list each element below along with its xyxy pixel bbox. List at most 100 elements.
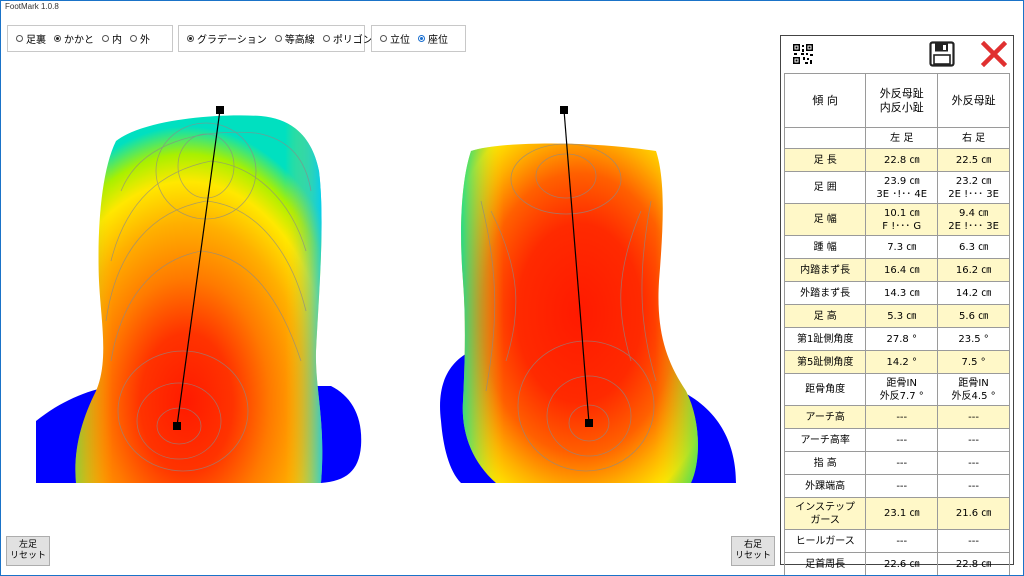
row-right-value-text: --- — [968, 535, 979, 547]
row-left-value-text: 22.6 ㎝ — [884, 558, 920, 570]
measurement-row: 足 長 22.8 ㎝ 22.5 ㎝ — [783, 148, 1010, 172]
measurement-row: 足首周長 22.6 ㎝ 22.8 ㎝ — [783, 552, 1010, 575]
measurement-row: 外踏まず長 14.3 ㎝ 14.2 ㎝ — [783, 281, 1010, 305]
radio-sole-area-0[interactable]: 足裏 — [16, 31, 46, 46]
measurement-row: 内踏まず長 16.4 ㎝ 16.2 ㎝ — [783, 258, 1010, 282]
radio-dot-icon[interactable] — [102, 35, 109, 42]
qr-code-icon[interactable] — [792, 43, 814, 65]
row-label-text: 内踏まず長 — [800, 264, 851, 276]
radio-posture-1[interactable]: 座位 — [418, 31, 448, 46]
measurement-row: 第5趾側角度 14.2 ° 7.5 ° — [783, 350, 1010, 374]
left-axis-heel-handle — [173, 422, 181, 430]
row-right-value: 21.6 ㎝ — [937, 497, 1010, 530]
row-left-value-text: 14.3 ㎝ — [884, 287, 920, 299]
radio-label: 立位 — [390, 35, 410, 46]
sole-area-radio-group: 足裏 かかと 内 外 — [7, 25, 173, 52]
floppy-disk-icon[interactable] — [929, 41, 955, 67]
radio-label: グラデーション — [197, 35, 267, 46]
row-left-value-text: --- — [896, 457, 908, 469]
row-label-text: 足首周長 — [805, 558, 846, 570]
left-axis-top-handle — [216, 106, 224, 114]
radio-display-mode-2[interactable]: ポリゴン — [322, 31, 373, 46]
row-label: 踵 幅 — [783, 235, 867, 259]
row-label-text: 第5趾側角度 — [796, 356, 854, 368]
row-right-value: 22.5 ㎝ — [937, 148, 1010, 172]
row-label-text: 外踝端高 — [805, 480, 846, 492]
row-left-value: 距骨IN 外反7.7 ° — [865, 373, 939, 406]
row-right-value-text: 22.8 ㎝ — [955, 558, 992, 570]
radio-dot-icon[interactable] — [380, 35, 387, 42]
row-label: アーチ高率 — [783, 428, 867, 452]
radio-dot-icon[interactable] — [274, 35, 282, 42]
column-header-blank — [783, 127, 867, 149]
column-header-row: 左 足 右 足 — [783, 127, 1010, 149]
radio-dot-icon[interactable] — [130, 35, 137, 42]
radio-dot-icon[interactable] — [418, 35, 425, 42]
row-label: インステップ ガース — [783, 497, 867, 530]
tendency-left: 外反母趾 内反小趾 — [865, 73, 939, 128]
row-left-value-text: --- — [896, 411, 908, 423]
row-left-value-text: 23.9 ㎝ — [884, 175, 920, 187]
row-left-value: 5.3 ㎝ — [865, 304, 939, 328]
row-right-value-text: --- — [968, 457, 979, 469]
row-right-value-text: --- — [968, 434, 979, 446]
close-x-icon[interactable] — [981, 41, 1007, 67]
radio-dot-icon[interactable] — [54, 35, 61, 42]
row-left-value-text: 外反7.7 ° — [879, 390, 924, 402]
measurement-row: 踵 幅 7.3 ㎝ 6.3 ㎝ — [783, 235, 1010, 259]
row-right-value: --- — [937, 428, 1010, 452]
measurement-row: 指 高 --- --- — [783, 451, 1010, 475]
row-label: 第1趾側角度 — [783, 327, 867, 351]
radio-sole-area-3[interactable]: 外 — [130, 31, 150, 46]
row-right-value: 22.8 ㎝ — [937, 552, 1010, 575]
radio-posture-0[interactable]: 立位 — [380, 31, 410, 46]
row-right-value-text: 9.4 ㎝ — [959, 207, 989, 219]
right-axis-top-handle — [560, 106, 568, 114]
row-right-value-text: 22.5 ㎝ — [955, 154, 992, 166]
row-left-value: 27.8 ° — [865, 327, 939, 351]
row-right-value: 14.2 ㎝ — [937, 281, 1010, 305]
radio-display-mode-0[interactable]: グラデーション — [187, 31, 267, 46]
measurement-row: 外踝端高 --- --- — [783, 474, 1010, 498]
row-label-text: 足 幅 — [813, 214, 837, 225]
right-axis-heel-handle — [585, 419, 593, 427]
measurement-row: アーチ高率 --- --- — [783, 428, 1010, 452]
row-label: 足 長 — [783, 148, 867, 172]
row-label: 外踝端高 — [783, 474, 867, 498]
row-left-value: --- — [865, 474, 939, 498]
row-right-value-text: 23.2 ㎝ — [955, 175, 992, 187]
radio-label: 足裏 — [26, 35, 46, 46]
radio-sole-area-1[interactable]: かかと — [54, 31, 94, 46]
left-foot-reset-button[interactable]: 左足 リセット — [6, 536, 50, 566]
tendency-right: 外反母趾 — [937, 73, 1010, 128]
radio-dot-icon[interactable] — [187, 35, 194, 42]
left-reset-label-1: 左足 — [18, 540, 37, 550]
row-left-value: 14.3 ㎝ — [865, 281, 939, 305]
row-label: 足首周長 — [783, 552, 867, 575]
row-right-value-text: 2E !･･･ 3E — [948, 220, 999, 232]
foot-pressure-view[interactable] — [1, 61, 781, 531]
right-foot-reset-button[interactable]: 右足 リセット — [731, 536, 775, 566]
radio-label: ポリゴン — [332, 35, 373, 46]
row-label: 足 高 — [783, 304, 867, 328]
row-left-value-text: 10.1 ㎝ — [884, 207, 920, 219]
measurement-row: 足 高 5.3 ㎝ 5.6 ㎝ — [783, 304, 1010, 328]
measurement-row: 距骨角度 距骨IN 外反7.7 ° 距骨IN 外反4.5 ° — [783, 373, 1010, 406]
row-label: 距骨角度 — [783, 373, 867, 406]
radio-label: 内 — [112, 35, 122, 46]
row-right-value-text: 14.2 ㎝ — [955, 287, 992, 299]
row-label: 内踏まず長 — [783, 258, 867, 282]
row-left-value-text: 16.4 ㎝ — [884, 264, 920, 276]
row-left-value: 22.8 ㎝ — [865, 148, 939, 172]
radio-dot-icon[interactable] — [322, 35, 330, 42]
radio-dot-icon[interactable] — [16, 35, 23, 42]
radio-sole-area-2[interactable]: 内 — [102, 31, 122, 46]
row-right-value-text: 外反4.5 ° — [951, 390, 996, 402]
row-label: ヒールガース — [783, 529, 867, 553]
row-left-value: 14.2 ° — [865, 350, 939, 374]
tendency-row: 傾 向 外反母趾 内反小趾 外反母趾 — [783, 73, 1010, 128]
radio-display-mode-1[interactable]: 等高線 — [274, 31, 315, 46]
row-right-value-text: 5.6 ㎝ — [959, 310, 989, 322]
right-reset-label-1: 右足 — [743, 540, 762, 550]
right-reset-label-2: リセット — [734, 551, 771, 561]
